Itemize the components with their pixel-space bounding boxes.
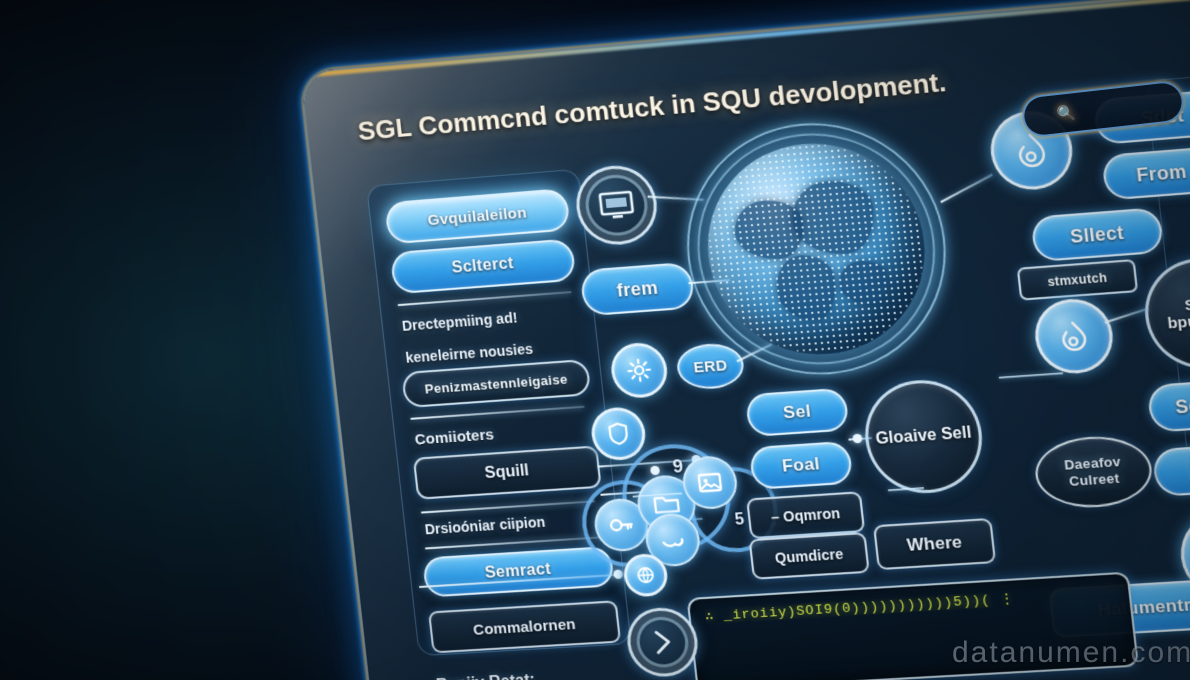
code-console[interactable]: ∴ _iroiiy)SOI9(0)))))))))))5))( ⋮ — [686, 571, 1140, 680]
right-pill-sllect[interactable]: Sllect — [1030, 206, 1165, 263]
cloud-number-5: 5 — [733, 511, 746, 529]
gear-node[interactable] — [608, 341, 670, 400]
spiral-icon — [1057, 319, 1091, 354]
seet-bpusdlok-node[interactable]: Seet bpusdlok — [1139, 254, 1190, 373]
active-sell-label: Gloaive Sell — [874, 423, 973, 448]
chevron-right-icon — [650, 628, 676, 656]
panel-top-glow — [301, 0, 1190, 78]
cloud-check-icon — [659, 531, 686, 549]
left-bottom-label: Ranjiv Retat: — [435, 672, 536, 680]
globe-visual — [673, 113, 960, 384]
image-icon — [696, 472, 723, 494]
console-line: ∴ _iroiiy)SOI9(0)))))))))))5))( ⋮ — [704, 590, 1016, 625]
rect-where-center[interactable]: Where — [872, 517, 997, 571]
right-pill-selocind[interactable]: Selocind — [1146, 375, 1190, 433]
rect-qumdicre[interactable]: Qumdicre — [748, 531, 870, 580]
active-sell-node[interactable]: Gloaive Sell — [859, 376, 988, 497]
cloud-number-9: 9 — [671, 455, 685, 477]
right-tag-chip[interactable]: stmxutch — [1016, 258, 1139, 301]
key-icon — [608, 514, 635, 536]
right-pill-where[interactable]: Where — [1151, 440, 1190, 498]
swirl-icon — [1014, 132, 1050, 170]
pill-foal[interactable]: Foal — [748, 440, 854, 490]
rect-oqmron[interactable]: – Oqmron — [746, 491, 866, 540]
gear-icon — [626, 357, 653, 383]
left-field-value: Squill — [483, 462, 530, 483]
daeafov-label: Daeafov Culreet — [1063, 454, 1122, 490]
search-icon: 🔍 — [1056, 104, 1077, 124]
connector-spiral-daeafov — [998, 372, 1064, 379]
connector-spiral-seet — [1104, 307, 1148, 324]
connector-globe-swirl — [940, 173, 993, 204]
search-input[interactable] — [1074, 95, 1150, 121]
right-pill-from[interactable]: From ↗ — [1101, 144, 1190, 201]
pill-frem[interactable]: frem — [579, 261, 696, 317]
screenshot-root: SGL Commcnd comtuck in SQU devolopment. … — [0, 0, 1190, 680]
daeafov-pill[interactable]: Daeafov Culreet — [1031, 433, 1156, 511]
connector-dot-2 — [852, 433, 863, 444]
globe-small-icon — [635, 566, 655, 585]
monitor-icon — [598, 190, 636, 221]
spiral-node[interactable] — [1031, 296, 1117, 377]
seet-label: Seet bpusdlok — [1166, 294, 1190, 333]
left-text-2: Penizmastennleigaise — [423, 370, 569, 397]
pill-sel[interactable]: Sel — [744, 387, 850, 438]
